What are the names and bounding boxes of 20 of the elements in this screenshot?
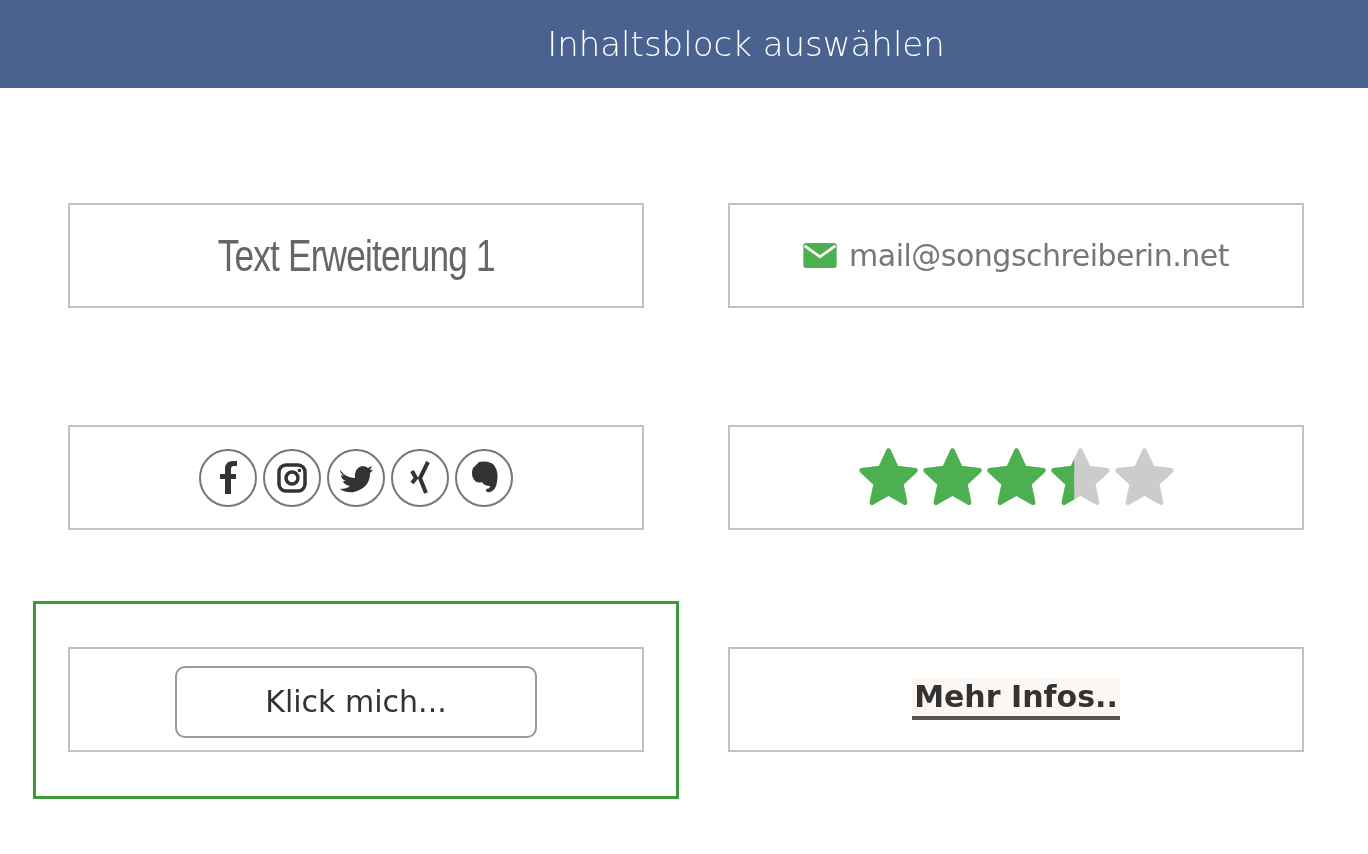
block-frame[interactable]: mail@songschreiberin.net <box>693 157 1339 355</box>
klick-button[interactable]: Klick mich... <box>175 665 537 738</box>
f-icon[interactable] <box>198 447 258 508</box>
block-card[interactable]: mail@songschreiberin.net <box>728 203 1304 308</box>
bird-icon[interactable] <box>326 447 386 508</box>
more-info-link[interactable]: Mehr Infos.. <box>912 679 1120 720</box>
block-card[interactable]: Klick mich... <box>68 647 644 752</box>
block-frame[interactable]: Klick mich... <box>33 601 679 799</box>
email-text: mail@songschreiberin.net <box>849 238 1229 273</box>
elephant-icon[interactable] <box>454 447 514 508</box>
block-card[interactable]: Text Erweiterung 1 <box>68 203 644 308</box>
x-shape-icon[interactable] <box>390 447 450 508</box>
block-frame[interactable]: Mehr Infos.. <box>693 601 1339 799</box>
block-card[interactable] <box>68 425 644 530</box>
heading-text: Text Erweiterung 1 <box>217 230 495 281</box>
camera-icon[interactable] <box>262 447 322 508</box>
block-frame[interactable]: Text Erweiterung 1 <box>33 157 679 355</box>
dialog-title: Inhaltsblock auswählen <box>547 24 945 64</box>
envelope-icon <box>803 243 838 268</box>
block-card[interactable]: Mehr Infos.. <box>728 647 1304 752</box>
